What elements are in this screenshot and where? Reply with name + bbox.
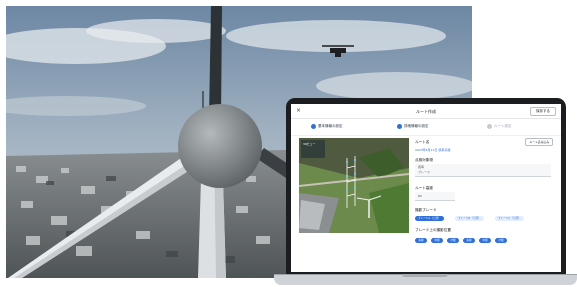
position-chip[interactable]: 中間: [431, 238, 443, 243]
step-basic-info[interactable]: 基本情報の設定: [311, 124, 343, 129]
laptop: × ルート作成 保存する 基本情報の設定 詳細情報の設定 ルート設定 3Dビュー…: [274, 98, 577, 287]
position-chip[interactable]: 付根: [447, 238, 459, 243]
height-value: 80: [418, 194, 422, 198]
object-field[interactable]: [415, 164, 551, 177]
page-title: ルート作成: [416, 109, 436, 114]
position-chip[interactable]: 先端: [415, 238, 427, 243]
app-header: × ルート作成 保存する: [291, 104, 561, 119]
route-name-label: ルート名: [415, 140, 430, 144]
position-chip[interactable]: 付根: [495, 238, 507, 243]
blade-label: 撮影ブレード: [415, 208, 437, 212]
route-name-value[interactable]: 2023年5月11日 風車点検: [415, 148, 450, 152]
step-label: ルート設定: [494, 124, 512, 128]
height-label: ルート高度: [415, 186, 433, 190]
blade-option-b[interactable]: ブレードB（下部）: [455, 216, 484, 221]
step-route[interactable]: ルート設定: [487, 124, 512, 129]
step-label: 詳細情報の設定: [404, 124, 429, 128]
route-form: ルート名 ルート読み込み 2023年5月11日 風車点検 点検対象物 風車 ブレ…: [415, 138, 555, 266]
save-button[interactable]: 保存する: [530, 107, 556, 116]
object-sub-value: ブレード: [418, 170, 431, 174]
stepper: 基本情報の設定 詳細情報の設定 ルート設定: [291, 119, 561, 136]
step-current-icon: [397, 124, 402, 129]
step-label: 基本情報の設定: [318, 124, 343, 128]
object-value: 風車: [418, 165, 425, 169]
3d-route-viewer[interactable]: 3Dビュー: [299, 138, 409, 233]
position-label: ブレード上の撮影位置: [415, 228, 451, 232]
step-done-icon: [311, 124, 316, 129]
step-pending-icon: [487, 124, 492, 129]
step-detail-info[interactable]: 詳細情報の設定: [397, 124, 429, 129]
aerial-map-canvas: [299, 138, 409, 233]
import-route-button[interactable]: ルート読み込み: [525, 138, 553, 146]
viewer-overlay-label: 3Dビュー: [303, 142, 316, 146]
laptop-bezel: × ルート作成 保存する 基本情報の設定 詳細情報の設定 ルート設定 3Dビュー…: [286, 98, 566, 276]
laptop-screen: × ルート作成 保存する 基本情報の設定 詳細情報の設定 ルート設定 3Dビュー…: [291, 104, 561, 272]
position-chip[interactable]: 中間: [479, 238, 491, 243]
laptop-notch: [402, 274, 448, 277]
blade-option-a[interactable]: ブレードA（上部）: [415, 216, 444, 221]
object-label: 点検対象物: [415, 158, 433, 162]
position-chip[interactable]: 先端: [463, 238, 475, 243]
blade-option-c[interactable]: ブレードC（下部）: [495, 216, 524, 221]
